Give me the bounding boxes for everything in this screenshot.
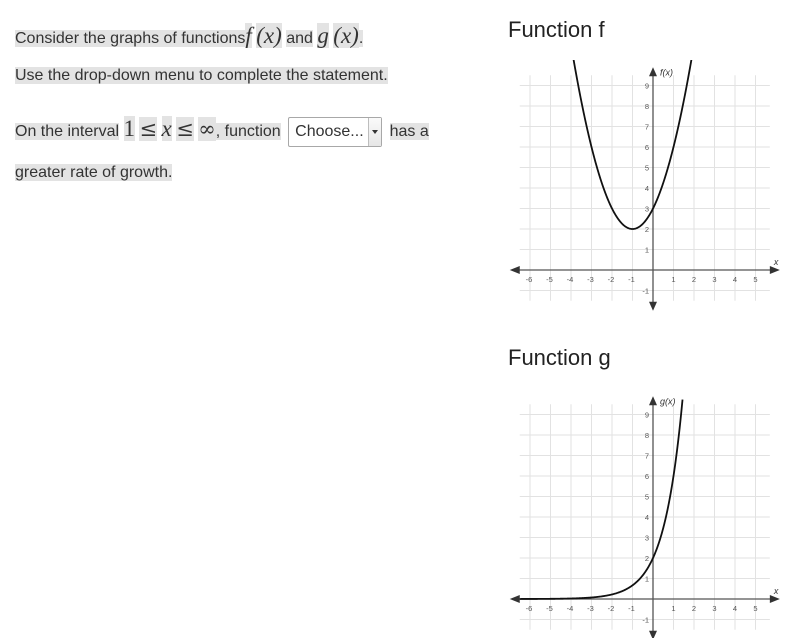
- y-tick-label: 1: [645, 575, 649, 584]
- graph-g-title: Function g: [508, 345, 611, 370]
- x-tick-label: -2: [608, 604, 615, 613]
- graph-f-title: Function f: [508, 17, 605, 42]
- y-tick-label: 8: [645, 431, 649, 440]
- and-text: and: [286, 30, 313, 47]
- graph-f: -6 -5 -4 -3 -2 -1 1 2 3 4 5 -1 1 2 3 4 5 6 7 8 9 f(x) x: [509, 60, 780, 311]
- x-tick-label: -3: [587, 275, 594, 284]
- x-tick-label: -5: [546, 604, 553, 613]
- y-tick-label: 6: [645, 143, 649, 152]
- question-line-3: On the interval 1 ≤ x ≤ ∞, function Choo…: [15, 114, 429, 147]
- x-tick-label: 1: [671, 604, 675, 613]
- x-axis-left-arrow-icon: [509, 595, 520, 603]
- y-tick-label: 6: [645, 472, 649, 481]
- x-tick-label: -6: [526, 604, 533, 613]
- dropdown-value: Choose...: [295, 122, 364, 140]
- x-axis-left-arrow-icon: [509, 266, 520, 274]
- interval-prefix: On the interval: [15, 123, 120, 140]
- x-tick-label: 3: [712, 604, 716, 613]
- math-fx-text: (x): [256, 23, 282, 48]
- x-axis-label: x: [773, 257, 779, 267]
- x-tick-label: -2: [608, 275, 615, 284]
- y-axis-down-arrow-icon: [649, 301, 657, 311]
- y-tick-label: -1: [642, 287, 649, 296]
- x-tick-label: 2: [692, 604, 696, 613]
- le-symbol-2: ≤: [176, 117, 194, 141]
- question-line-4: greater rate of growth.: [15, 162, 173, 184]
- y-tick-label: 4: [645, 513, 649, 522]
- le-symbol-1: ≤: [139, 117, 158, 141]
- period: .: [358, 30, 364, 47]
- x-tick-label: 1: [671, 275, 675, 284]
- interval-lower: 1: [123, 116, 136, 141]
- y-tick-label: 1: [645, 246, 649, 255]
- function-text: , function: [215, 123, 281, 140]
- y-tick-label: 7: [645, 123, 649, 132]
- x-tick-label: -4: [567, 604, 574, 613]
- x-tick-label: -5: [546, 275, 553, 284]
- y-tick-label: 9: [645, 82, 649, 91]
- y-tick-label: 5: [645, 493, 649, 502]
- y-tick-label: 9: [645, 411, 649, 420]
- x-tick-label: 2: [692, 275, 696, 284]
- has-a-text: has a: [389, 123, 429, 140]
- x-axis-right-arrow-icon: [769, 266, 780, 274]
- dropdown-arrow-icon[interactable]: [368, 117, 382, 146]
- g-curve: [519, 399, 684, 600]
- x-tick-label: 3: [712, 275, 716, 284]
- x-tick-label: 5: [753, 604, 757, 613]
- y-tick-label: 4: [645, 184, 649, 193]
- function-dropdown[interactable]: Choose...: [288, 116, 383, 147]
- y-axis-label: g(x): [660, 396, 676, 406]
- y-tick-label: -1: [642, 616, 649, 625]
- y-tick-label: 5: [645, 164, 649, 173]
- x-tick-label: -1: [628, 604, 635, 613]
- x-tick-label: 4: [733, 275, 737, 284]
- y-tick-label: 3: [645, 534, 649, 543]
- y-axis-label: f(x): [660, 67, 673, 77]
- y-axis-up-arrow-icon: [649, 67, 657, 77]
- x-tick-label: -3: [587, 604, 594, 613]
- intro-text: Consider the graphs of functions: [15, 30, 246, 47]
- interval-upper: ∞: [198, 117, 216, 141]
- y-tick-label: 7: [645, 452, 649, 461]
- y-tick-label: 8: [645, 102, 649, 111]
- growth-text: greater rate of growth.: [15, 164, 173, 181]
- y-tick-label: 2: [645, 225, 649, 234]
- x-tick-label: 5: [753, 275, 757, 284]
- math-gx: (x): [333, 23, 359, 48]
- math-f: f: [245, 23, 252, 48]
- y-axis-down-arrow-icon: [649, 630, 657, 638]
- interval-var: x: [161, 116, 172, 141]
- question-line-2: Use the drop-down menu to complete the s…: [15, 65, 388, 87]
- question-line-1: Consider the graphs of functionsf (x) an…: [15, 23, 364, 50]
- math-g: g: [317, 23, 329, 48]
- x-tick-label: -6: [526, 275, 533, 284]
- x-tick-label: -1: [628, 275, 635, 284]
- math-fx: (x): [256, 23, 282, 48]
- graph-g: -6 -5 -4 -3 -2 -1 1 2 3 4 5 -1 1 2 3 4 5 6 7 8 9 g(x) x: [509, 396, 780, 638]
- x-tick-label: -4: [567, 275, 574, 284]
- y-axis-up-arrow-icon: [649, 396, 657, 406]
- x-axis-right-arrow-icon: [769, 595, 780, 603]
- instruction-text: Use the drop-down menu to complete the s…: [15, 67, 388, 84]
- y-tick-label: 2: [645, 554, 649, 563]
- x-axis-label: x: [773, 586, 779, 596]
- x-tick-label: 4: [733, 604, 737, 613]
- y-tick-label: 3: [645, 205, 649, 214]
